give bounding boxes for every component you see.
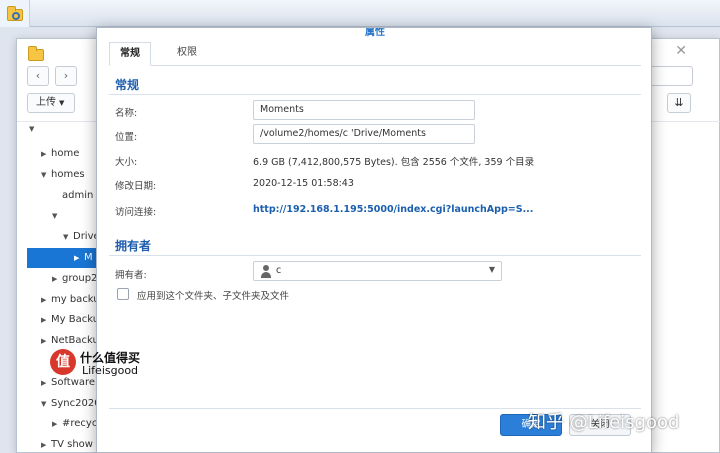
watermark-text: Lifeisgood bbox=[82, 364, 139, 377]
tree-item-label: home bbox=[51, 148, 80, 159]
chevron-right-icon: ▶ bbox=[41, 337, 47, 346]
tree-item-label: TV show bbox=[51, 439, 93, 451]
chevron-right-icon: ▶ bbox=[41, 441, 47, 450]
watermark-zhihu: 知乎 @Lifeisgood bbox=[528, 412, 680, 433]
tree-item-label: Software bbox=[51, 376, 96, 388]
tree-item-label: my backu bbox=[51, 293, 100, 305]
user-icon bbox=[260, 265, 272, 278]
sort-button[interactable]: ⇊ bbox=[667, 93, 691, 113]
file-station-taskbar-button[interactable] bbox=[0, 0, 30, 27]
owner-label: 拥有者: bbox=[115, 270, 147, 281]
tree-item[interactable]: ▶ TV show bbox=[41, 435, 93, 453]
chevron-right-icon: ▶ bbox=[41, 295, 47, 304]
chevron-right-icon: ▶ bbox=[41, 316, 47, 325]
tree-item-label: Sync2020 bbox=[51, 397, 101, 409]
watermark-logo: 值 bbox=[50, 349, 76, 375]
tree-item[interactable]: ▶ my backu bbox=[41, 290, 100, 310]
tree-item-label: M bbox=[84, 252, 93, 263]
location-label: 位置: bbox=[115, 132, 138, 143]
chevron-right-icon: ▶ bbox=[41, 150, 47, 158]
tree-item[interactable]: ▶ home bbox=[41, 144, 79, 164]
chevron-right-icon: ▶ bbox=[52, 420, 58, 429]
modified-date-label: 修改日期: bbox=[115, 181, 157, 192]
chevron-down-icon: ▼ bbox=[52, 212, 58, 221]
name-label: 名称: bbox=[115, 108, 138, 119]
chevron-down-icon: ▼ bbox=[59, 99, 65, 107]
search-icon bbox=[12, 12, 20, 20]
tree-item[interactable]: ▼ Drive bbox=[63, 227, 100, 247]
tab-general[interactable]: 常规 bbox=[109, 42, 151, 66]
tree-item[interactable]: ▼ homes bbox=[41, 165, 85, 185]
apply-recursive-label[interactable]: 应用到这个文件夹、子文件夹及文件 bbox=[137, 288, 289, 302]
tree-item-label: group2 bbox=[62, 272, 98, 284]
tree-item-label: homes bbox=[51, 168, 85, 180]
tree-root[interactable]: ▼ bbox=[29, 119, 49, 139]
owner-value: c bbox=[276, 265, 282, 276]
tab-bar: 常规 权限 bbox=[109, 40, 641, 66]
sort-icon: ⇊ bbox=[674, 96, 684, 109]
chevron-down-icon: ▼ bbox=[29, 125, 35, 133]
properties-dialog: 属性 常规 权限 常规 名称: Moments 位置: /volume2/hom… bbox=[96, 27, 652, 453]
size-value: 6.9 GB (7,412,800,575 Bytes). 包含 2556 个文… bbox=[253, 157, 535, 168]
access-link-label: 访问连接: bbox=[115, 207, 157, 218]
tree-item[interactable]: ▶ My Backu bbox=[41, 310, 99, 330]
size-label: 大小: bbox=[115, 157, 138, 168]
chevron-down-icon: ▼ bbox=[488, 265, 495, 274]
section-divider bbox=[109, 255, 641, 256]
chevron-right-icon: ▶ bbox=[41, 378, 47, 387]
taskbar bbox=[0, 0, 720, 27]
folder-icon bbox=[28, 46, 44, 61]
chevron-right-icon: ▶ bbox=[74, 254, 80, 262]
chevron-down-icon: ▼ bbox=[41, 170, 47, 179]
tree-item-label: My Backu bbox=[51, 314, 100, 326]
tree-item[interactable]: ▼ Sync2020 bbox=[41, 394, 101, 414]
upload-label: 上传 bbox=[36, 97, 56, 108]
upload-button[interactable]: 上传 ▼ bbox=[27, 93, 75, 113]
general-section-title: 常规 bbox=[115, 78, 140, 92]
owner-section-title: 拥有者 bbox=[115, 239, 152, 253]
location-field[interactable]: /volume2/homes/c 'Drive/Moments bbox=[253, 124, 475, 144]
chevron-down-icon: ▼ bbox=[41, 399, 47, 408]
apply-recursive-checkbox[interactable] bbox=[117, 288, 129, 300]
chevron-down-icon: ▼ bbox=[63, 233, 69, 242]
section-divider bbox=[109, 94, 641, 95]
tab-permissions[interactable]: 权限 bbox=[167, 42, 207, 66]
back-button[interactable]: ‹ bbox=[27, 66, 49, 86]
tree-item-label: #recyc bbox=[62, 418, 98, 430]
forward-button[interactable]: › bbox=[55, 66, 77, 86]
name-field[interactable]: Moments bbox=[253, 100, 475, 120]
tree-item[interactable]: admin bbox=[52, 186, 93, 206]
modified-date-value: 2020-12-15 01:58:43 bbox=[253, 178, 354, 189]
owner-select[interactable]: c ▼ bbox=[253, 261, 502, 281]
chevron-right-icon: ▶ bbox=[52, 274, 58, 283]
close-icon[interactable]: ✕ bbox=[675, 43, 687, 59]
tree-item-label: admin bbox=[62, 189, 94, 201]
access-link[interactable]: http://192.168.1.195:5000/index.cgi?laun… bbox=[253, 204, 533, 215]
tree-item[interactable]: ▼ bbox=[52, 206, 62, 226]
tree-item[interactable]: ▶ group2 bbox=[52, 269, 97, 289]
tree-item[interactable]: ▶ #recyc bbox=[52, 414, 97, 434]
tree-item-label: NetBacku bbox=[51, 335, 99, 347]
